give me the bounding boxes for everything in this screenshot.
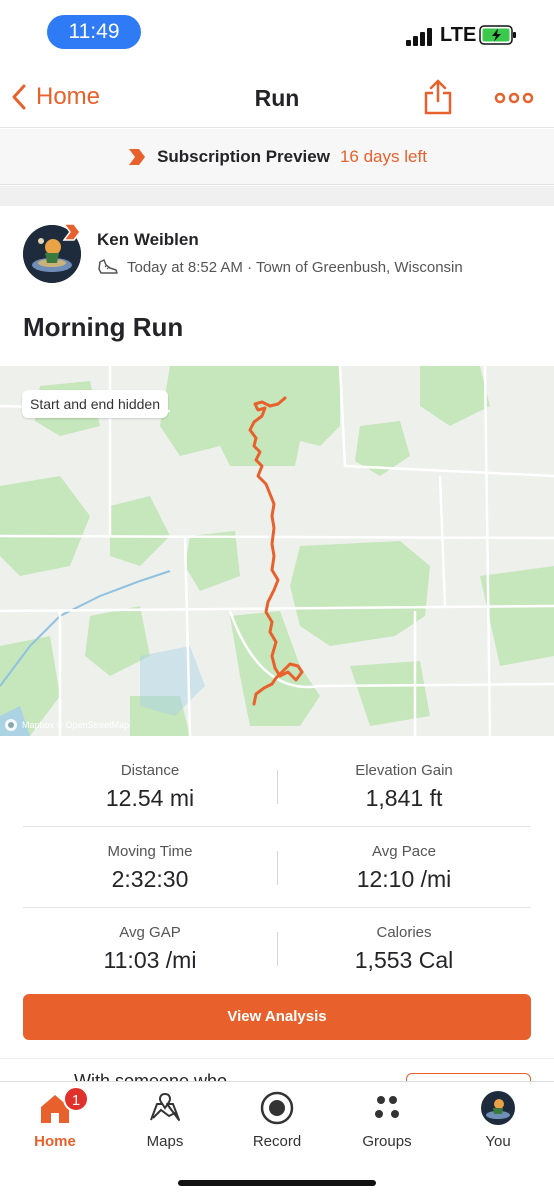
stat-value: 2:32:30 [111, 866, 189, 892]
chevron-left-icon [12, 84, 26, 110]
activity-meta-text: Today at 8:52 AM · Town of Greenbush, Wi… [127, 258, 463, 276]
tab-label: Maps [146, 1133, 184, 1150]
stat-avg-pace: Avg Pace 12:10 /mi [277, 827, 531, 893]
section-divider [0, 186, 554, 206]
tab-maps[interactable]: Maps [110, 1082, 220, 1162]
stat-value: 12:10 /mi [356, 866, 452, 892]
groups-icon [375, 1096, 399, 1118]
route-map[interactable]: Start and end hidden Mapbox © OpenStreet… [0, 366, 554, 736]
home-indicator [178, 1180, 376, 1186]
run-shoe-icon [98, 259, 118, 274]
back-label: Home [36, 83, 101, 110]
notification-badge: 1 [63, 1086, 89, 1112]
tab-record[interactable]: Record [222, 1082, 332, 1162]
more-options-icon[interactable] [494, 88, 534, 108]
tab-home[interactable]: 1 Home [0, 1082, 110, 1162]
view-analysis-button[interactable]: View Analysis [23, 994, 531, 1040]
stat-label: Distance [120, 762, 180, 779]
map-attribution-text: Mapbox © OpenStreetMap [22, 720, 130, 730]
battery-icon [479, 25, 516, 45]
stat-calories: Calories 1,553 Cal [277, 908, 531, 974]
stat-label: Calories [376, 924, 432, 941]
stat-distance: Distance 12.54 mi [23, 746, 277, 812]
stat-value: 11:03 /mi [103, 947, 197, 973]
stat-elevation-gain: Elevation Gain 1,841 ft [277, 746, 531, 812]
share-icon[interactable] [422, 78, 454, 116]
stat-value: 12.54 mi [105, 785, 195, 811]
stat-row: Avg GAP 11:03 /mi Calories 1,553 Cal [23, 908, 531, 989]
tab-groups[interactable]: Groups [332, 1082, 442, 1162]
subscription-days-left: 16 days left [339, 146, 427, 166]
mapbox-logo-icon [5, 719, 17, 731]
stat-value: 1,841 ft [365, 785, 443, 811]
tab-you[interactable]: You [443, 1082, 553, 1162]
map-privacy-tag: Start and end hidden [22, 390, 168, 418]
tab-label: You [485, 1133, 511, 1150]
network-label: LTE [440, 24, 477, 46]
stat-label: Elevation Gain [355, 762, 453, 779]
avatar [481, 1091, 515, 1125]
tab-label: Home [34, 1133, 76, 1150]
stats-grid: Distance 12.54 mi Elevation Gain 1,841 f… [0, 746, 554, 989]
athlete-name[interactable]: Ken Weiblen [97, 230, 199, 250]
tab-label: Groups [362, 1133, 412, 1150]
stat-label: Moving Time [107, 843, 193, 860]
signal-icon [406, 28, 434, 46]
stat-row: Distance 12.54 mi Elevation Gain 1,841 f… [23, 746, 531, 827]
map-attribution: Mapbox © OpenStreetMap [4, 718, 129, 732]
stat-label: Avg Pace [372, 843, 436, 860]
record-icon [260, 1091, 294, 1125]
stat-label: Avg GAP [119, 924, 181, 941]
stat-value: 1,553 Cal [354, 947, 454, 973]
stat-avg-gap: Avg GAP 11:03 /mi [23, 908, 277, 974]
status-bar: 11:49 LTE [0, 0, 554, 66]
activity-header: Ken Weiblen Today at 8:52 AM · Town of G… [0, 206, 554, 366]
strava-chevron-icon [129, 148, 146, 165]
back-button[interactable]: Home [10, 80, 100, 114]
tab-label: Record [252, 1133, 302, 1150]
status-time: 11:49 [47, 15, 141, 49]
subscription-label: Subscription Preview [157, 146, 330, 166]
stat-moving-time: Moving Time 2:32:30 [23, 827, 277, 893]
nav-bar: Home Run [0, 66, 554, 128]
subscriber-badge-icon [62, 223, 81, 241]
subscription-banner[interactable]: Subscription Preview 16 days left [0, 129, 554, 185]
activity-meta: Today at 8:52 AM · Town of Greenbush, Wi… [97, 257, 463, 277]
stat-row: Moving Time 2:32:30 Avg Pace 12:10 /mi [23, 827, 531, 908]
map-tiles [0, 366, 554, 736]
maps-icon [150, 1092, 180, 1121]
activity-title: Morning Run [23, 312, 184, 342]
